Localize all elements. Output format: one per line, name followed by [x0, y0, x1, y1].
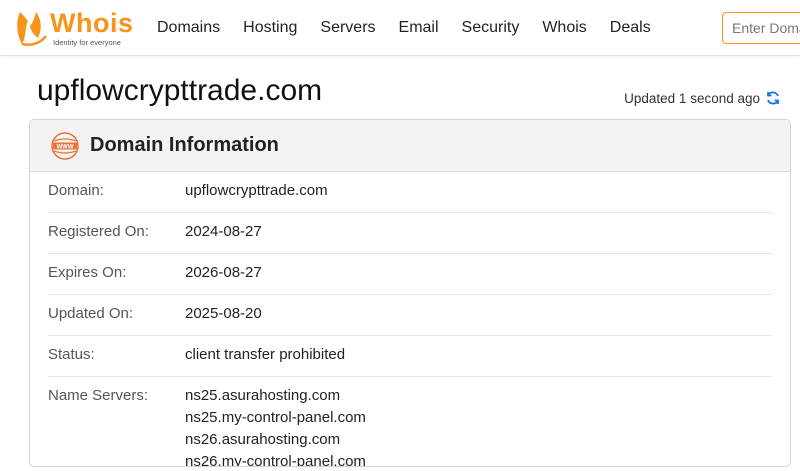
page-title: upflowcrypttrade.com: [37, 74, 323, 107]
card-title: Domain Information: [90, 134, 279, 156]
card-header: WWW Domain Information: [30, 120, 790, 172]
logo-mark-icon: [17, 12, 47, 46]
nav-security[interactable]: Security: [462, 19, 520, 37]
nav-servers[interactable]: Servers: [320, 19, 375, 37]
last-updated-text: Updated 1 second ago: [624, 90, 760, 106]
row-value: 2026-08-27: [185, 264, 262, 281]
top-navigation-bar: Whois Identity for everyone Domains Host…: [0, 0, 800, 56]
row-value: upflowcrypttrade.com: [185, 182, 328, 199]
row-label: Domain:: [48, 182, 104, 199]
row-updated-on: Updated On: 2025-08-20: [48, 295, 772, 336]
domain-information-card: WWW Domain Information Domain: upflowcry…: [29, 119, 791, 467]
name-server-list: ns25.asurahosting.com ns25.my-control-pa…: [185, 385, 366, 467]
row-status: Status: client transfer prohibited: [48, 336, 772, 377]
nav-deals[interactable]: Deals: [610, 19, 651, 37]
row-label: Status:: [48, 346, 95, 363]
www-icon: WWW: [51, 131, 79, 160]
name-server: ns25.my-control-panel.com: [185, 409, 366, 426]
name-server: ns26.my-control-panel.com: [185, 453, 366, 467]
logo-wordmark: Whois: [50, 8, 134, 38]
logo-tagline: Identity for everyone: [53, 38, 121, 47]
row-value: 2024-08-27: [185, 223, 262, 240]
domain-search-input[interactable]: [722, 12, 800, 44]
name-server: ns25.asurahosting.com: [185, 387, 341, 404]
row-domain: Domain: upflowcrypttrade.com: [48, 172, 772, 213]
row-value: 2025-08-20: [185, 305, 262, 322]
row-label: Name Servers:: [48, 387, 149, 404]
nav-domains[interactable]: Domains: [157, 19, 220, 37]
svg-text:WWW: WWW: [57, 144, 74, 150]
name-server: ns26.asurahosting.com: [185, 431, 341, 448]
nav-email[interactable]: Email: [399, 19, 439, 37]
row-expires-on: Expires On: 2026-08-27: [48, 254, 772, 295]
row-value: client transfer prohibited: [185, 346, 346, 363]
row-label: Registered On:: [48, 223, 149, 240]
row-name-servers: Name Servers: ns25.asurahosting.com ns25…: [48, 377, 772, 467]
site-logo[interactable]: Whois Identity for everyone: [12, 8, 137, 48]
row-label: Expires On:: [48, 264, 127, 281]
row-registered-on: Registered On: 2024-08-27: [48, 213, 772, 254]
row-label: Updated On:: [48, 305, 134, 322]
last-updated: Updated 1 second ago: [624, 90, 781, 106]
nav-hosting[interactable]: Hosting: [243, 19, 297, 37]
refresh-icon[interactable]: [765, 90, 781, 106]
info-rows: Domain: upflowcrypttrade.com Registered …: [30, 172, 790, 467]
main-nav: Domains Hosting Servers Email Security W…: [157, 0, 674, 56]
nav-whois[interactable]: Whois: [542, 19, 586, 37]
